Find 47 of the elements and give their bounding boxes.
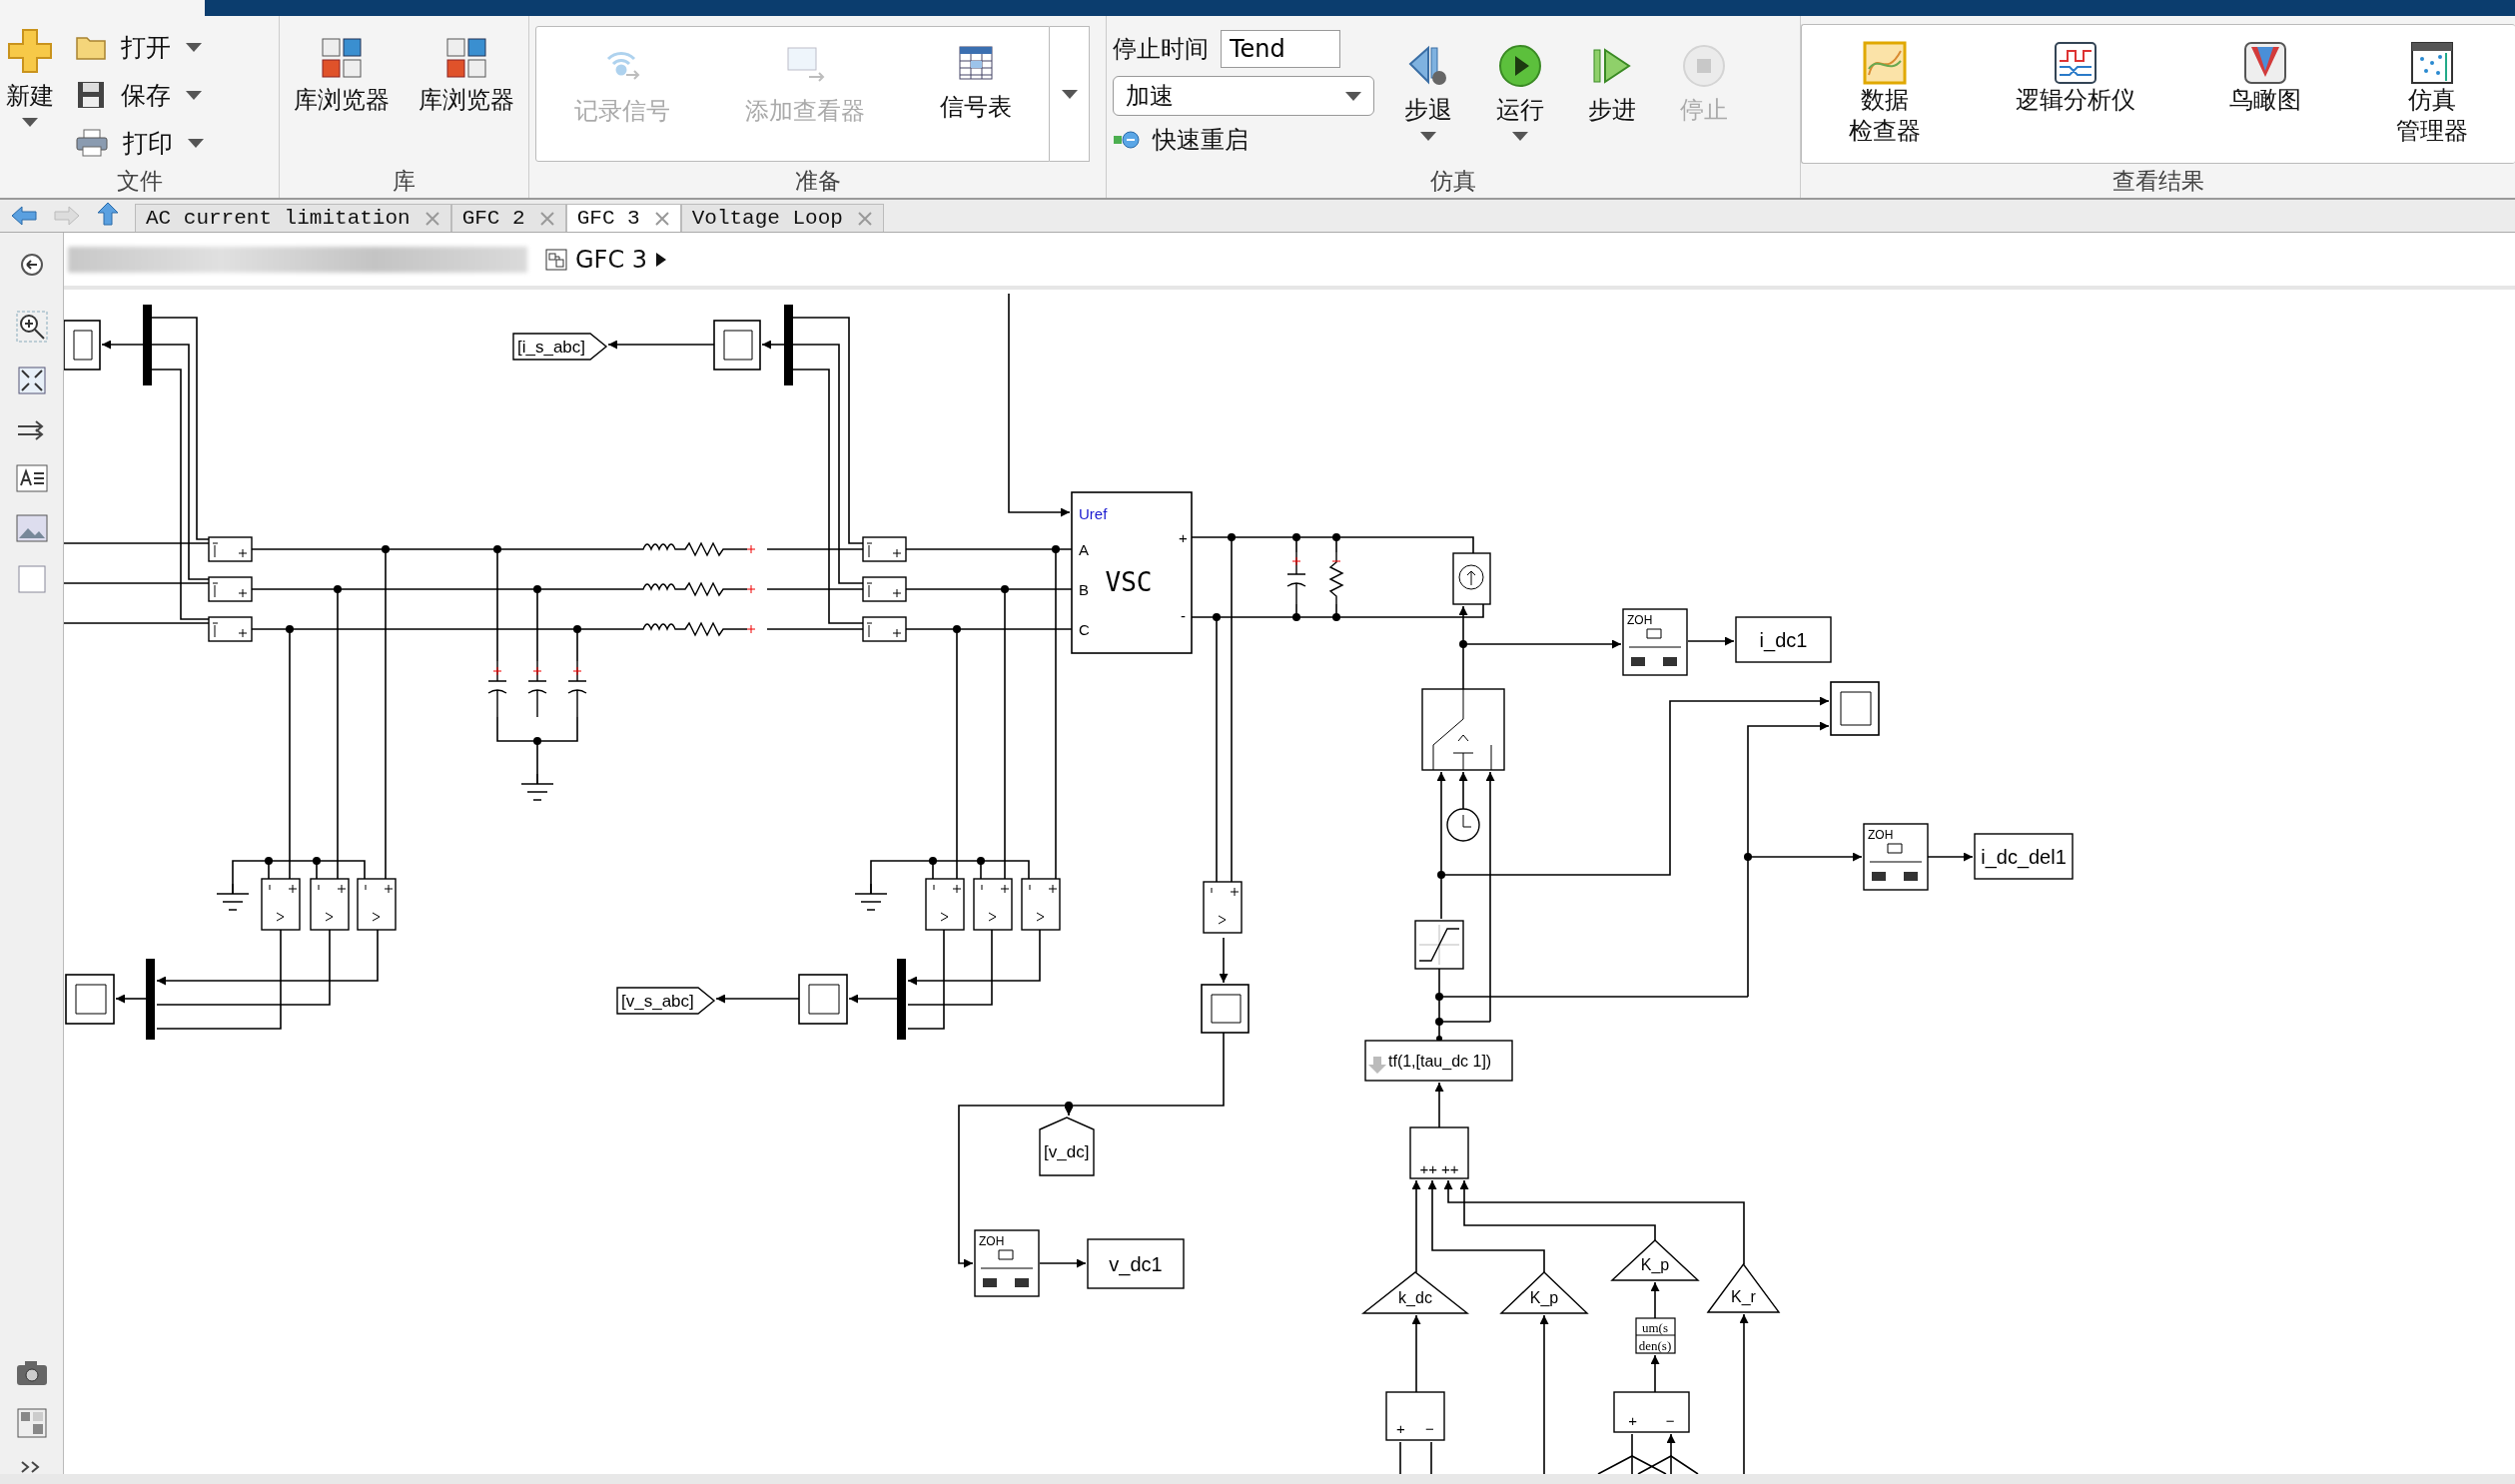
library-browser-button[interactable]: 库浏览器 bbox=[412, 34, 520, 120]
goto-tag: [i_s_abc] bbox=[512, 333, 608, 361]
transfer-function-block: tf(1,[tau_dc 1]) bbox=[1364, 1040, 1513, 1082]
run-button[interactable]: 运行 bbox=[1474, 30, 1566, 145]
fast-restart-button[interactable]: 快速重启 bbox=[1113, 124, 1382, 156]
step-forward-button[interactable]: 步进 bbox=[1566, 30, 1658, 130]
from-tag: [v_dc] bbox=[1039, 1116, 1095, 1176]
print-button[interactable]: 打印 bbox=[70, 120, 210, 166]
simulation-manager-button[interactable]: 仿真 管理器 bbox=[2389, 37, 2474, 152]
library-browser-button[interactable]: 库浏览器 bbox=[288, 34, 397, 120]
gain-block: K_r bbox=[1706, 1262, 1781, 1313]
model-tab[interactable]: GFC 3 bbox=[565, 204, 681, 232]
model-tab[interactable]: Voltage Loop bbox=[680, 204, 884, 232]
stop-time-label: 停止时间 bbox=[1113, 34, 1209, 65]
open-button[interactable]: 打开 bbox=[70, 24, 210, 70]
stop-time-field[interactable]: Tend bbox=[1221, 30, 1340, 68]
display-block: i_dc_del1 bbox=[1974, 833, 2074, 880]
zero-order-hold-block: ZOH bbox=[974, 1229, 1040, 1297]
goto-tag: [v_s_abc] bbox=[616, 987, 716, 1015]
gain-block: k_dc bbox=[1361, 1271, 1469, 1314]
display-block: v_dc1 bbox=[1087, 1238, 1185, 1289]
section-title: 库 bbox=[392, 167, 417, 196]
subtract-block: + − bbox=[1385, 1391, 1445, 1441]
signal-table-button[interactable]: 信号表 bbox=[933, 41, 1018, 127]
breadcrumb-current[interactable]: GFC 3 bbox=[575, 245, 648, 274]
section-title: 准备 bbox=[793, 167, 842, 196]
logic-analyzer-button[interactable]: 逻辑分析仪 bbox=[2009, 37, 2141, 121]
vsc-block: Uref A B C + - VSC bbox=[1071, 491, 1193, 654]
section-title: 仿真 bbox=[1429, 167, 1477, 196]
section-title: 文件 bbox=[115, 167, 164, 196]
sum-block: ++ ++ bbox=[1409, 1126, 1469, 1179]
step-back-button[interactable]: 步退 bbox=[1382, 30, 1474, 145]
gain-block: K_p bbox=[1499, 1271, 1589, 1314]
subtract-block: + − bbox=[1613, 1391, 1690, 1433]
data-inspector-button[interactable]: 数据 检查器 bbox=[1843, 37, 1928, 152]
zero-order-hold-block: ZOH bbox=[1622, 608, 1688, 676]
display-block: i_dc1 bbox=[1735, 616, 1832, 663]
save-button[interactable]: 保存 bbox=[70, 72, 210, 118]
gain-block: K_p bbox=[1610, 1239, 1700, 1281]
new-button[interactable]: 新建 bbox=[0, 24, 60, 131]
birds-eye-button[interactable]: 鸟瞰图 bbox=[2223, 37, 2308, 121]
model-tab[interactable]: AC current limitation bbox=[135, 204, 451, 232]
model-tab[interactable]: GFC 2 bbox=[450, 204, 566, 232]
transfer-function-block: um(s den(s) bbox=[1635, 1317, 1676, 1354]
zero-order-hold-block: ZOH bbox=[1863, 823, 1929, 891]
section-title: 查看结果 bbox=[2110, 167, 2205, 196]
simulation-mode-dropdown[interactable]: 加速 bbox=[1113, 76, 1374, 116]
